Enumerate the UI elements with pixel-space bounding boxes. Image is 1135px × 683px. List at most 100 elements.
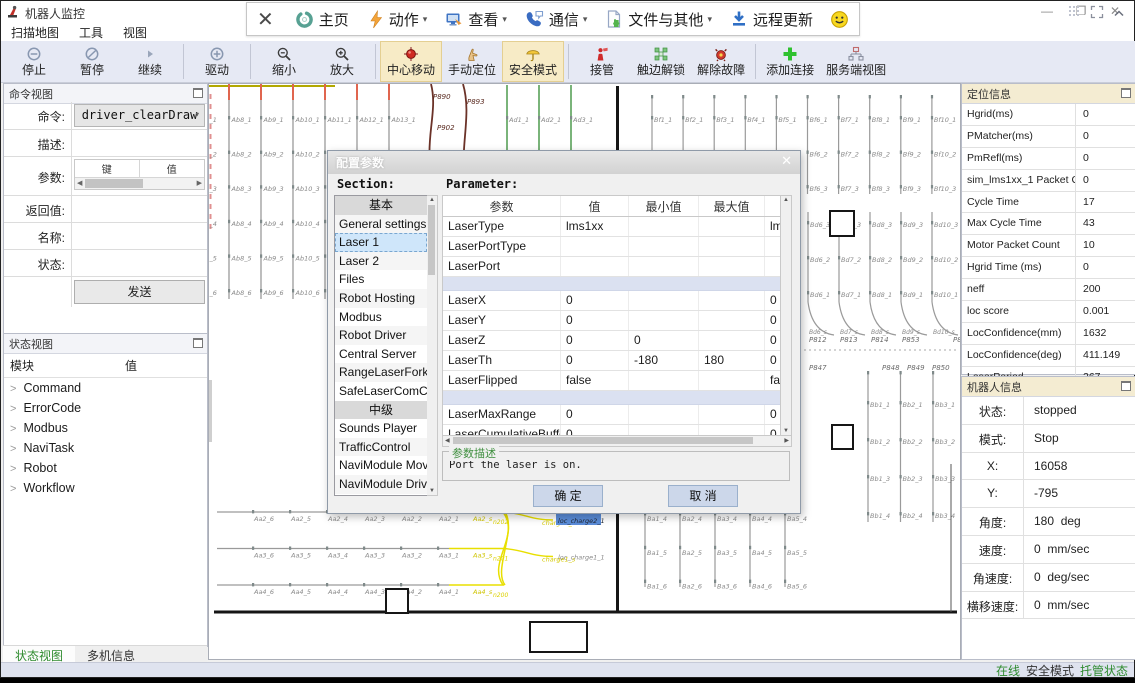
grid-dots-icon[interactable] xyxy=(1069,6,1082,24)
float-panel-icon[interactable] xyxy=(193,88,203,98)
command-dropdown[interactable]: driver_clearDraw▾ xyxy=(74,104,205,127)
toolbar-zoom-out-button[interactable]: 缩小 xyxy=(255,41,313,82)
smiley-icon[interactable] xyxy=(830,10,849,29)
parameter-row-LaserY[interactable]: LaserY00 xyxy=(443,311,781,331)
loc-row-1: PMatcher(ms)0 xyxy=(962,126,1135,148)
float-panel-icon[interactable] xyxy=(1121,381,1131,391)
parameter-row-LaserPort[interactable]: LaserPort xyxy=(443,257,781,277)
toolbar-zoom-in-button[interactable]: 放大 xyxy=(313,41,371,82)
toolbar-server-view-button[interactable]: 服务端视图 xyxy=(820,41,892,82)
toolbar-button-label: 停止 xyxy=(22,63,46,77)
toolbar-edge-unlock-button[interactable]: 触边解锁 xyxy=(631,41,691,82)
fullscreen-icon[interactable] xyxy=(1090,5,1104,24)
parameter-cell: fa xyxy=(765,371,781,390)
section-item-8[interactable]: Central Server xyxy=(335,345,427,364)
expander-icon[interactable]: > xyxy=(10,423,16,435)
toolbar-add-connection-button[interactable]: 添加连接 xyxy=(760,41,820,82)
toolbar-safe-mode-button[interactable]: 安全模式 xyxy=(502,41,564,82)
float-panel-icon[interactable] xyxy=(193,338,203,348)
parameter-cell xyxy=(629,405,699,424)
minimize-button[interactable]: — xyxy=(1032,3,1062,19)
toolbar-drive-button[interactable]: 驱动 xyxy=(188,41,246,82)
svg-text:Bb3_3: Bb3_3 xyxy=(935,475,955,483)
params-table[interactable]: 键值 ◀▶ xyxy=(74,159,205,190)
collapse-caret-icon[interactable] xyxy=(1112,6,1126,24)
section-item-5[interactable]: Robot Hosting xyxy=(335,289,427,308)
tree-item-workflow[interactable]: >Workflow xyxy=(4,478,207,498)
robot-row-3: Y:-795 xyxy=(962,480,1135,508)
toolbar-clear-fault-button[interactable]: 解除故障 xyxy=(691,41,751,82)
quickbar-home-button[interactable]: 主页 xyxy=(295,9,349,30)
expander-icon[interactable]: > xyxy=(10,483,16,495)
map-canvas[interactable]: Ab8_1Ab8_2Ab8_3Ab8_4Ab8_5Ab8_6Ab9_1Ab9_2… xyxy=(208,83,961,660)
toolbar-stop-button[interactable]: 停止 xyxy=(5,41,63,82)
parameter-row-LaserZ[interactable]: LaserZ000 xyxy=(443,331,781,351)
expander-icon[interactable]: > xyxy=(10,443,16,455)
svg-text:Bb3_4: Bb3_4 xyxy=(935,512,955,520)
svg-text:Ba5_4: Ba5_4 xyxy=(787,515,807,523)
parameter-table[interactable]: 参数值最小值最大值LaserTypelms1xxlmLaserPortTypeL… xyxy=(442,195,782,446)
menu-item-1[interactable]: 工具 xyxy=(69,22,113,43)
quickbar-view-button[interactable]: 查看▾ xyxy=(445,9,507,30)
tree-item-modbus[interactable]: >Modbus xyxy=(4,418,207,438)
quickbar-update-button[interactable]: 远程更新 xyxy=(730,9,813,30)
quickbar-comm-button[interactable]: 通信▾ xyxy=(525,9,588,30)
desc-field[interactable] xyxy=(72,130,207,156)
params-hscrollbar[interactable]: ◀▶ xyxy=(75,178,204,189)
section-item-9[interactable]: RangeLaserForkBox xyxy=(335,363,427,382)
quickbar-file-button[interactable]: 文件与其他▾ xyxy=(605,9,712,30)
svg-text:Ba5_6: Ba5_6 xyxy=(787,583,807,591)
menu-item-2[interactable]: 视图 xyxy=(113,22,157,43)
menu-item-0[interactable]: 扫描地图 xyxy=(1,22,69,43)
svg-text:Aa3_s: Aa3_s xyxy=(472,552,493,560)
loc-value: 1632 xyxy=(1075,323,1135,344)
section-scrollbar[interactable]: ▲▼ xyxy=(427,195,438,496)
ok-button[interactable]: 确 定 xyxy=(533,485,603,507)
section-item-15[interactable]: NaviModule Drive xyxy=(335,475,427,494)
section-item-13[interactable]: TrafficControl xyxy=(335,438,427,457)
section-item-14[interactable]: NaviModule Move xyxy=(335,456,427,475)
section-item-4[interactable]: Files xyxy=(335,270,427,289)
chevron-down-icon: ▾ xyxy=(423,14,428,25)
loc-label: Motor Packet Count xyxy=(962,235,1075,256)
toolbar-pause-button[interactable]: 暂停 xyxy=(63,41,121,82)
expander-icon[interactable]: > xyxy=(10,463,16,475)
section-item-12[interactable]: Sounds Player xyxy=(335,419,427,438)
parameter-row-LaserFlipped[interactable]: LaserFlippedfalsefa xyxy=(443,371,781,391)
send-button[interactable]: 发送 xyxy=(74,280,205,304)
cancel-button[interactable]: 取 消 xyxy=(668,485,738,507)
window-title: 机器人监控 xyxy=(25,5,85,22)
tree-item-command[interactable]: >Command xyxy=(4,378,207,398)
dialog-close-icon[interactable]: ✕ xyxy=(781,153,792,169)
section-list[interactable]: 基本General settingsLaser 1Laser 2FilesRob… xyxy=(334,195,428,496)
expander-icon[interactable]: > xyxy=(10,403,16,415)
parameter-row-LaserTh[interactable]: LaserTh0-1801800 xyxy=(443,351,781,371)
parameter-row-LaserType[interactable]: LaserTypelms1xxlm xyxy=(443,217,781,237)
svg-text:Aa4_s: Aa4_s xyxy=(472,588,493,596)
section-item-6[interactable]: Modbus xyxy=(335,308,427,327)
parameter-row-LaserMaxRange[interactable]: LaserMaxRange00 xyxy=(443,405,781,425)
quickbar-action-button[interactable]: 动作▾ xyxy=(367,9,428,30)
quickbar-close-icon[interactable]: ✕ xyxy=(257,7,274,32)
parameter-vscrollbar[interactable]: ▲▼ xyxy=(780,195,792,436)
toolbar-resume-button[interactable]: 继续 xyxy=(121,41,179,82)
svg-text:Ab10_2: Ab10_2 xyxy=(295,151,320,159)
tree-item-navitask[interactable]: >NaviTask xyxy=(4,438,207,458)
parameter-row-LaserX[interactable]: LaserX00 xyxy=(443,291,781,311)
section-item-1[interactable]: General settings xyxy=(335,215,427,234)
section-item-10[interactable]: SafeLaserComConfig xyxy=(335,382,427,401)
robot-value: 0 mm/sec xyxy=(1024,536,1135,563)
dialog-titlebar[interactable]: 配置参数 xyxy=(328,151,800,174)
tree-item-errorcode[interactable]: >ErrorCode xyxy=(4,398,207,418)
section-item-7[interactable]: Robot Driver xyxy=(335,326,427,345)
section-item-3[interactable]: Laser 2 xyxy=(335,252,427,271)
expander-icon[interactable]: > xyxy=(10,383,16,395)
toolbar-manual-locate-button[interactable]: 手动定位 xyxy=(442,41,502,82)
float-panel-icon[interactable] xyxy=(1121,88,1131,98)
parameter-row-LaserPortType[interactable]: LaserPortType xyxy=(443,237,781,257)
section-item-2[interactable]: Laser 1 xyxy=(335,233,427,252)
toolbar-takeover-button[interactable]: 接管 xyxy=(573,41,631,82)
svg-text:Bf7_2: Bf7_2 xyxy=(841,151,859,159)
toolbar-center-move-button[interactable]: 中心移动 xyxy=(380,41,442,82)
tree-item-robot[interactable]: >Robot xyxy=(4,458,207,478)
